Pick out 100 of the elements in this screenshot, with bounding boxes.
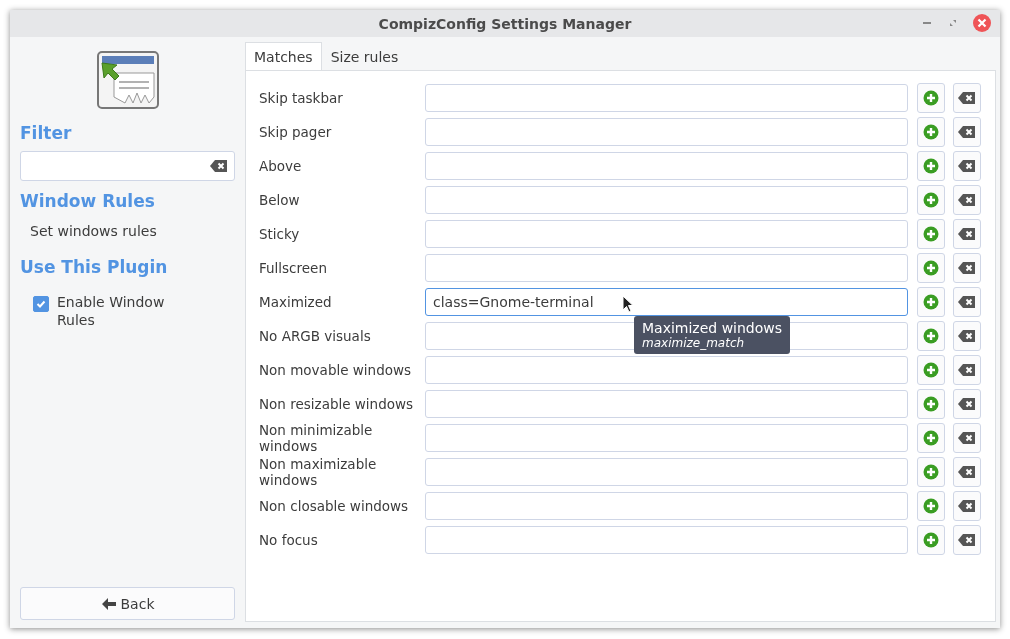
section-heading: Window Rules xyxy=(20,191,156,211)
clear-icon xyxy=(958,499,976,513)
plus-icon xyxy=(923,430,939,446)
back-arrow-icon xyxy=(100,596,117,611)
match-input-field[interactable]: class=Gnome-terminal xyxy=(425,288,908,316)
plus-icon xyxy=(923,532,939,548)
clear-button[interactable] xyxy=(953,491,981,521)
plus-icon xyxy=(923,362,939,378)
clear-icon xyxy=(958,91,976,105)
check-icon xyxy=(35,298,47,310)
filter-heading: Filter xyxy=(20,123,73,143)
clear-icon xyxy=(958,363,976,377)
match-input-field[interactable] xyxy=(425,458,908,486)
clear-button[interactable] xyxy=(953,355,981,385)
clear-button[interactable] xyxy=(953,83,981,113)
clear-button[interactable] xyxy=(953,219,981,249)
match-input-field[interactable] xyxy=(425,424,908,452)
clear-button[interactable] xyxy=(953,457,981,487)
add-button[interactable] xyxy=(917,457,945,487)
filter-field[interactable] xyxy=(20,151,235,181)
checkbox[interactable] xyxy=(33,296,49,312)
clear-icon xyxy=(958,533,976,547)
clear-button[interactable] xyxy=(953,321,981,351)
add-button[interactable] xyxy=(917,321,945,351)
option-label: Below xyxy=(259,192,301,208)
option-label: Non movable windows xyxy=(259,362,413,378)
clear-button[interactable] xyxy=(953,117,981,147)
add-button[interactable] xyxy=(917,219,945,249)
add-button[interactable] xyxy=(917,423,945,453)
checkbox-label: Enable Window Rules xyxy=(57,293,166,329)
match-input-field[interactable] xyxy=(425,356,908,384)
option-label: Non closable windows xyxy=(259,498,410,514)
clear-icon xyxy=(958,193,976,207)
add-button[interactable] xyxy=(917,355,945,385)
match-input-field[interactable] xyxy=(425,390,908,418)
add-button[interactable] xyxy=(917,525,945,555)
tab[interactable]: Matches xyxy=(245,42,322,70)
plus-icon xyxy=(923,192,939,208)
plus-icon xyxy=(923,294,939,310)
option-label: Skip pager xyxy=(259,124,333,140)
add-button[interactable] xyxy=(917,287,945,317)
option-label: No focus xyxy=(259,532,319,548)
match-input-field[interactable] xyxy=(425,118,908,146)
plus-icon xyxy=(923,464,939,480)
plugin-window-icon xyxy=(96,51,159,111)
add-button[interactable] xyxy=(917,253,945,283)
clear-icon xyxy=(958,261,976,275)
tab[interactable]: Size rules xyxy=(321,42,408,70)
clear-icon xyxy=(958,159,976,173)
plus-icon xyxy=(923,158,939,174)
clear-icon xyxy=(958,125,976,139)
clear-icon[interactable] xyxy=(210,159,228,173)
clear-icon xyxy=(958,227,976,241)
plugin-heading: Use This Plugin xyxy=(20,257,169,277)
plus-icon xyxy=(923,90,939,106)
clear-button[interactable] xyxy=(953,423,981,453)
add-button[interactable] xyxy=(917,151,945,181)
clear-icon xyxy=(958,329,976,343)
clear-button[interactable] xyxy=(953,151,981,181)
match-input-field[interactable] xyxy=(425,254,908,282)
option-label: Non minimizable windows xyxy=(259,422,374,454)
clear-button[interactable] xyxy=(953,185,981,215)
clear-button[interactable] xyxy=(953,389,981,419)
plugin-description: Set windows rules xyxy=(30,223,158,239)
plus-icon xyxy=(923,498,939,514)
option-label: Fullscreen xyxy=(259,260,328,276)
plus-icon xyxy=(923,396,939,412)
add-button[interactable] xyxy=(917,117,945,147)
back-button[interactable]: Back xyxy=(20,587,235,620)
clear-icon xyxy=(958,397,976,411)
add-button[interactable] xyxy=(917,185,945,215)
match-input-field[interactable] xyxy=(425,492,908,520)
option-label: Non resizable windows xyxy=(259,396,415,412)
add-button[interactable] xyxy=(917,389,945,419)
clear-button[interactable] xyxy=(953,525,981,555)
tooltip-option-name: maximize_match xyxy=(642,336,746,350)
match-input-field[interactable] xyxy=(425,526,908,554)
window-title: CompizConfig Settings Manager xyxy=(378,15,632,32)
clear-icon xyxy=(958,465,976,479)
match-input-field[interactable] xyxy=(425,186,908,214)
clear-icon xyxy=(958,431,976,445)
clear-icon xyxy=(958,295,976,309)
add-button[interactable] xyxy=(917,491,945,521)
option-label: Skip taskbar xyxy=(259,90,344,106)
plus-icon xyxy=(923,226,939,242)
clear-button[interactable] xyxy=(953,253,981,283)
add-button[interactable] xyxy=(917,83,945,113)
match-input-field[interactable] xyxy=(425,220,908,248)
tooltip-title: Maximized windows xyxy=(642,320,783,336)
option-label: No ARGB visuals xyxy=(259,328,372,344)
plus-icon xyxy=(923,124,939,140)
match-input-field[interactable] xyxy=(425,152,908,180)
mouse-pointer-icon xyxy=(622,295,634,313)
plus-icon xyxy=(923,260,939,276)
match-input-field[interactable] xyxy=(425,84,908,112)
option-label: Non maximizable windows xyxy=(259,456,378,488)
plus-icon xyxy=(923,328,939,344)
close-icon[interactable] xyxy=(972,13,992,33)
clear-button[interactable] xyxy=(953,287,981,317)
option-label: Above xyxy=(259,158,303,174)
